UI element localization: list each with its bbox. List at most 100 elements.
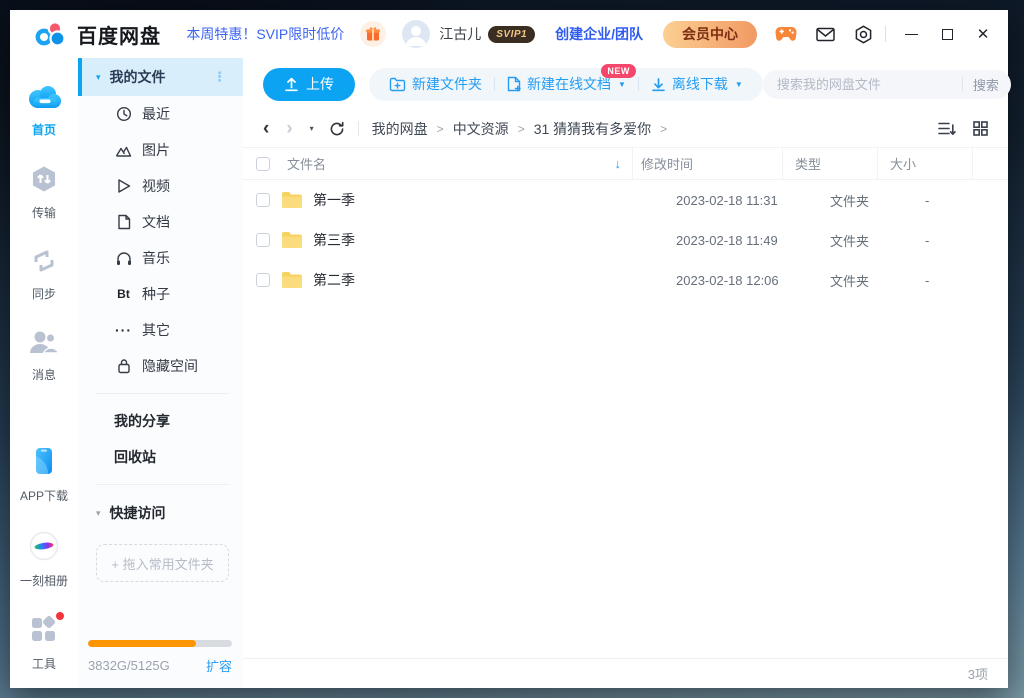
sidebar-item-recent[interactable]: 最近 xyxy=(78,96,243,132)
close-button[interactable]: ✕ xyxy=(970,21,996,47)
game-center-icon[interactable] xyxy=(775,26,797,42)
back-button[interactable]: ‹ xyxy=(263,119,269,138)
rail-item-tools[interactable]: 工具 xyxy=(30,616,58,672)
member-center-button[interactable]: 会员中心 xyxy=(663,21,757,48)
drop-favorite-folder-zone[interactable]: + 拖入常用文件夹 xyxy=(96,544,229,582)
new-online-doc-button[interactable]: NEW 新建在线文档 ▼ xyxy=(495,74,638,94)
row-checkbox-3[interactable] xyxy=(256,273,270,287)
rail-label-transfer: 传输 xyxy=(32,204,56,221)
clock-icon xyxy=(115,106,132,123)
storage-usage: 3832G/5125G xyxy=(88,658,170,673)
header-cell-time[interactable]: 修改时间 xyxy=(633,148,783,179)
sidebar-divider xyxy=(96,393,229,394)
user-avatar[interactable] xyxy=(402,20,430,48)
grid-view-icon[interactable] xyxy=(973,121,988,136)
offline-download-button[interactable]: 离线下载 ▼ xyxy=(639,74,755,94)
folder-icon xyxy=(281,271,303,289)
rail-item-home[interactable]: 首页 xyxy=(25,82,63,138)
app-title: 百度网盘 xyxy=(77,20,161,49)
create-team-link[interactable]: 创建企业/团队 xyxy=(555,24,643,44)
row-checkbox-2[interactable] xyxy=(256,233,270,247)
forward-button[interactable]: › xyxy=(286,119,292,138)
select-all-checkbox[interactable] xyxy=(256,157,270,171)
sidebar-item-quick-access[interactable]: ▾ 快捷访问 xyxy=(78,494,243,532)
history-caret-icon[interactable]: ▾ xyxy=(310,124,314,133)
rail-item-message[interactable]: 消息 xyxy=(29,329,59,383)
username[interactable]: 江古儿 xyxy=(439,24,481,44)
file-name[interactable]: 第一季 xyxy=(313,190,355,210)
file-type: 文件夹 xyxy=(818,271,913,290)
header-size-label: 大小 xyxy=(890,154,916,173)
breadcrumb-item-root[interactable]: 我的网盘 xyxy=(372,119,428,139)
breadcrumb-item-1[interactable]: 中文资源 xyxy=(453,119,509,139)
breadcrumb-row: ‹ › ▾ 我的网盘 > 中文资源 > xyxy=(243,110,1008,147)
videos-label: 视频 xyxy=(142,176,170,196)
header-cell-size[interactable]: 大小 xyxy=(878,148,973,179)
file-row-3[interactable]: 第二季 2023-02-18 12:06 文件夹 - xyxy=(243,260,1008,300)
minimize-button[interactable] xyxy=(898,21,924,47)
main-content: 上传 新建文件夹 xyxy=(243,58,1008,688)
left-rail: 首页 传输 xyxy=(10,58,78,688)
sort-list-icon[interactable] xyxy=(938,121,956,136)
upload-icon xyxy=(284,77,299,92)
sidebar-item-my-files[interactable]: ▾ 我的文件 ⋮ xyxy=(78,58,243,96)
sidebar-item-hidden-space[interactable]: 隐藏空间 xyxy=(78,348,243,384)
storage-section: 3832G/5125G 扩容 xyxy=(78,640,243,688)
sidebar-item-images[interactable]: 图片 xyxy=(78,132,243,168)
sidebar-item-videos[interactable]: 视频 xyxy=(78,168,243,204)
svip-badge[interactable]: SVIP1 xyxy=(488,26,535,43)
promo-link[interactable]: 本周特惠！SVIP限时低价 xyxy=(186,24,344,44)
file-name[interactable]: 第三季 xyxy=(313,230,355,250)
file-list-empty-area xyxy=(243,300,1008,658)
maximize-button[interactable] xyxy=(934,21,960,47)
video-play-icon xyxy=(115,178,132,195)
new-folder-label: 新建文件夹 xyxy=(412,74,482,94)
images-label: 图片 xyxy=(142,140,170,160)
folder-icon xyxy=(281,231,303,249)
file-modified-time: 2023-02-18 11:49 xyxy=(668,233,818,248)
sidebar-item-documents[interactable]: 文档 xyxy=(78,204,243,240)
file-name[interactable]: 第二季 xyxy=(313,270,355,290)
titlebar-icons xyxy=(775,25,873,44)
header-name-label[interactable]: 文件名 xyxy=(287,154,326,173)
refresh-button[interactable] xyxy=(329,121,345,137)
file-size: - xyxy=(913,193,1008,208)
search-input[interactable] xyxy=(777,77,952,92)
expand-storage-link[interactable]: 扩容 xyxy=(206,656,232,675)
row-checkbox-1[interactable] xyxy=(256,193,270,207)
file-type: 文件夹 xyxy=(818,191,913,210)
new-folder-button[interactable]: 新建文件夹 xyxy=(377,74,494,94)
settings-gear-icon[interactable] xyxy=(854,25,873,44)
sidebar-item-torrents[interactable]: Bt 种子 xyxy=(78,276,243,312)
file-row-2[interactable]: 第三季 2023-02-18 11:49 文件夹 - xyxy=(243,220,1008,260)
breadcrumb-item-current[interactable]: 31 猜猜我有多爱你 xyxy=(534,119,651,139)
header-cell-type[interactable]: 类型 xyxy=(783,148,878,179)
gift-icon[interactable] xyxy=(360,21,386,47)
sidebar-item-recycle-bin[interactable]: 回收站 xyxy=(78,439,243,475)
tools-icon xyxy=(30,616,58,649)
rail-item-album[interactable]: 一刻相册 xyxy=(20,531,68,589)
storage-bar xyxy=(88,640,232,647)
mail-icon[interactable] xyxy=(816,27,835,42)
file-row-1[interactable]: 第一季 2023-02-18 11:31 文件夹 - xyxy=(243,180,1008,220)
maximize-icon xyxy=(942,29,953,40)
rail-item-sync[interactable]: 同步 xyxy=(30,248,58,302)
storage-fill xyxy=(88,640,196,647)
upload-button[interactable]: 上传 xyxy=(263,68,355,101)
window-controls: ✕ xyxy=(898,21,996,47)
sidebar-divider-2 xyxy=(96,484,229,485)
sidebar: ▾ 我的文件 ⋮ 最近 xyxy=(78,58,243,688)
more-dots-icon[interactable]: ⋮ xyxy=(213,69,227,85)
rail-item-transfer[interactable]: 传输 xyxy=(30,165,58,221)
rail-item-app-download[interactable]: APP下载 xyxy=(20,446,68,504)
image-icon xyxy=(115,142,132,159)
tools-notification-dot xyxy=(56,612,64,620)
search-button[interactable]: 搜索 xyxy=(973,75,999,94)
sidebar-item-music[interactable]: 音乐 xyxy=(78,240,243,276)
sidebar-item-others[interactable]: ··· 其它 xyxy=(78,312,243,348)
sidebar-item-my-share[interactable]: 我的分享 xyxy=(78,403,243,439)
sort-desc-icon[interactable]: ↓ xyxy=(615,156,622,171)
hidden-space-label: 隐藏空间 xyxy=(142,356,198,376)
album-icon xyxy=(29,531,59,566)
new-badge: NEW xyxy=(601,64,636,78)
